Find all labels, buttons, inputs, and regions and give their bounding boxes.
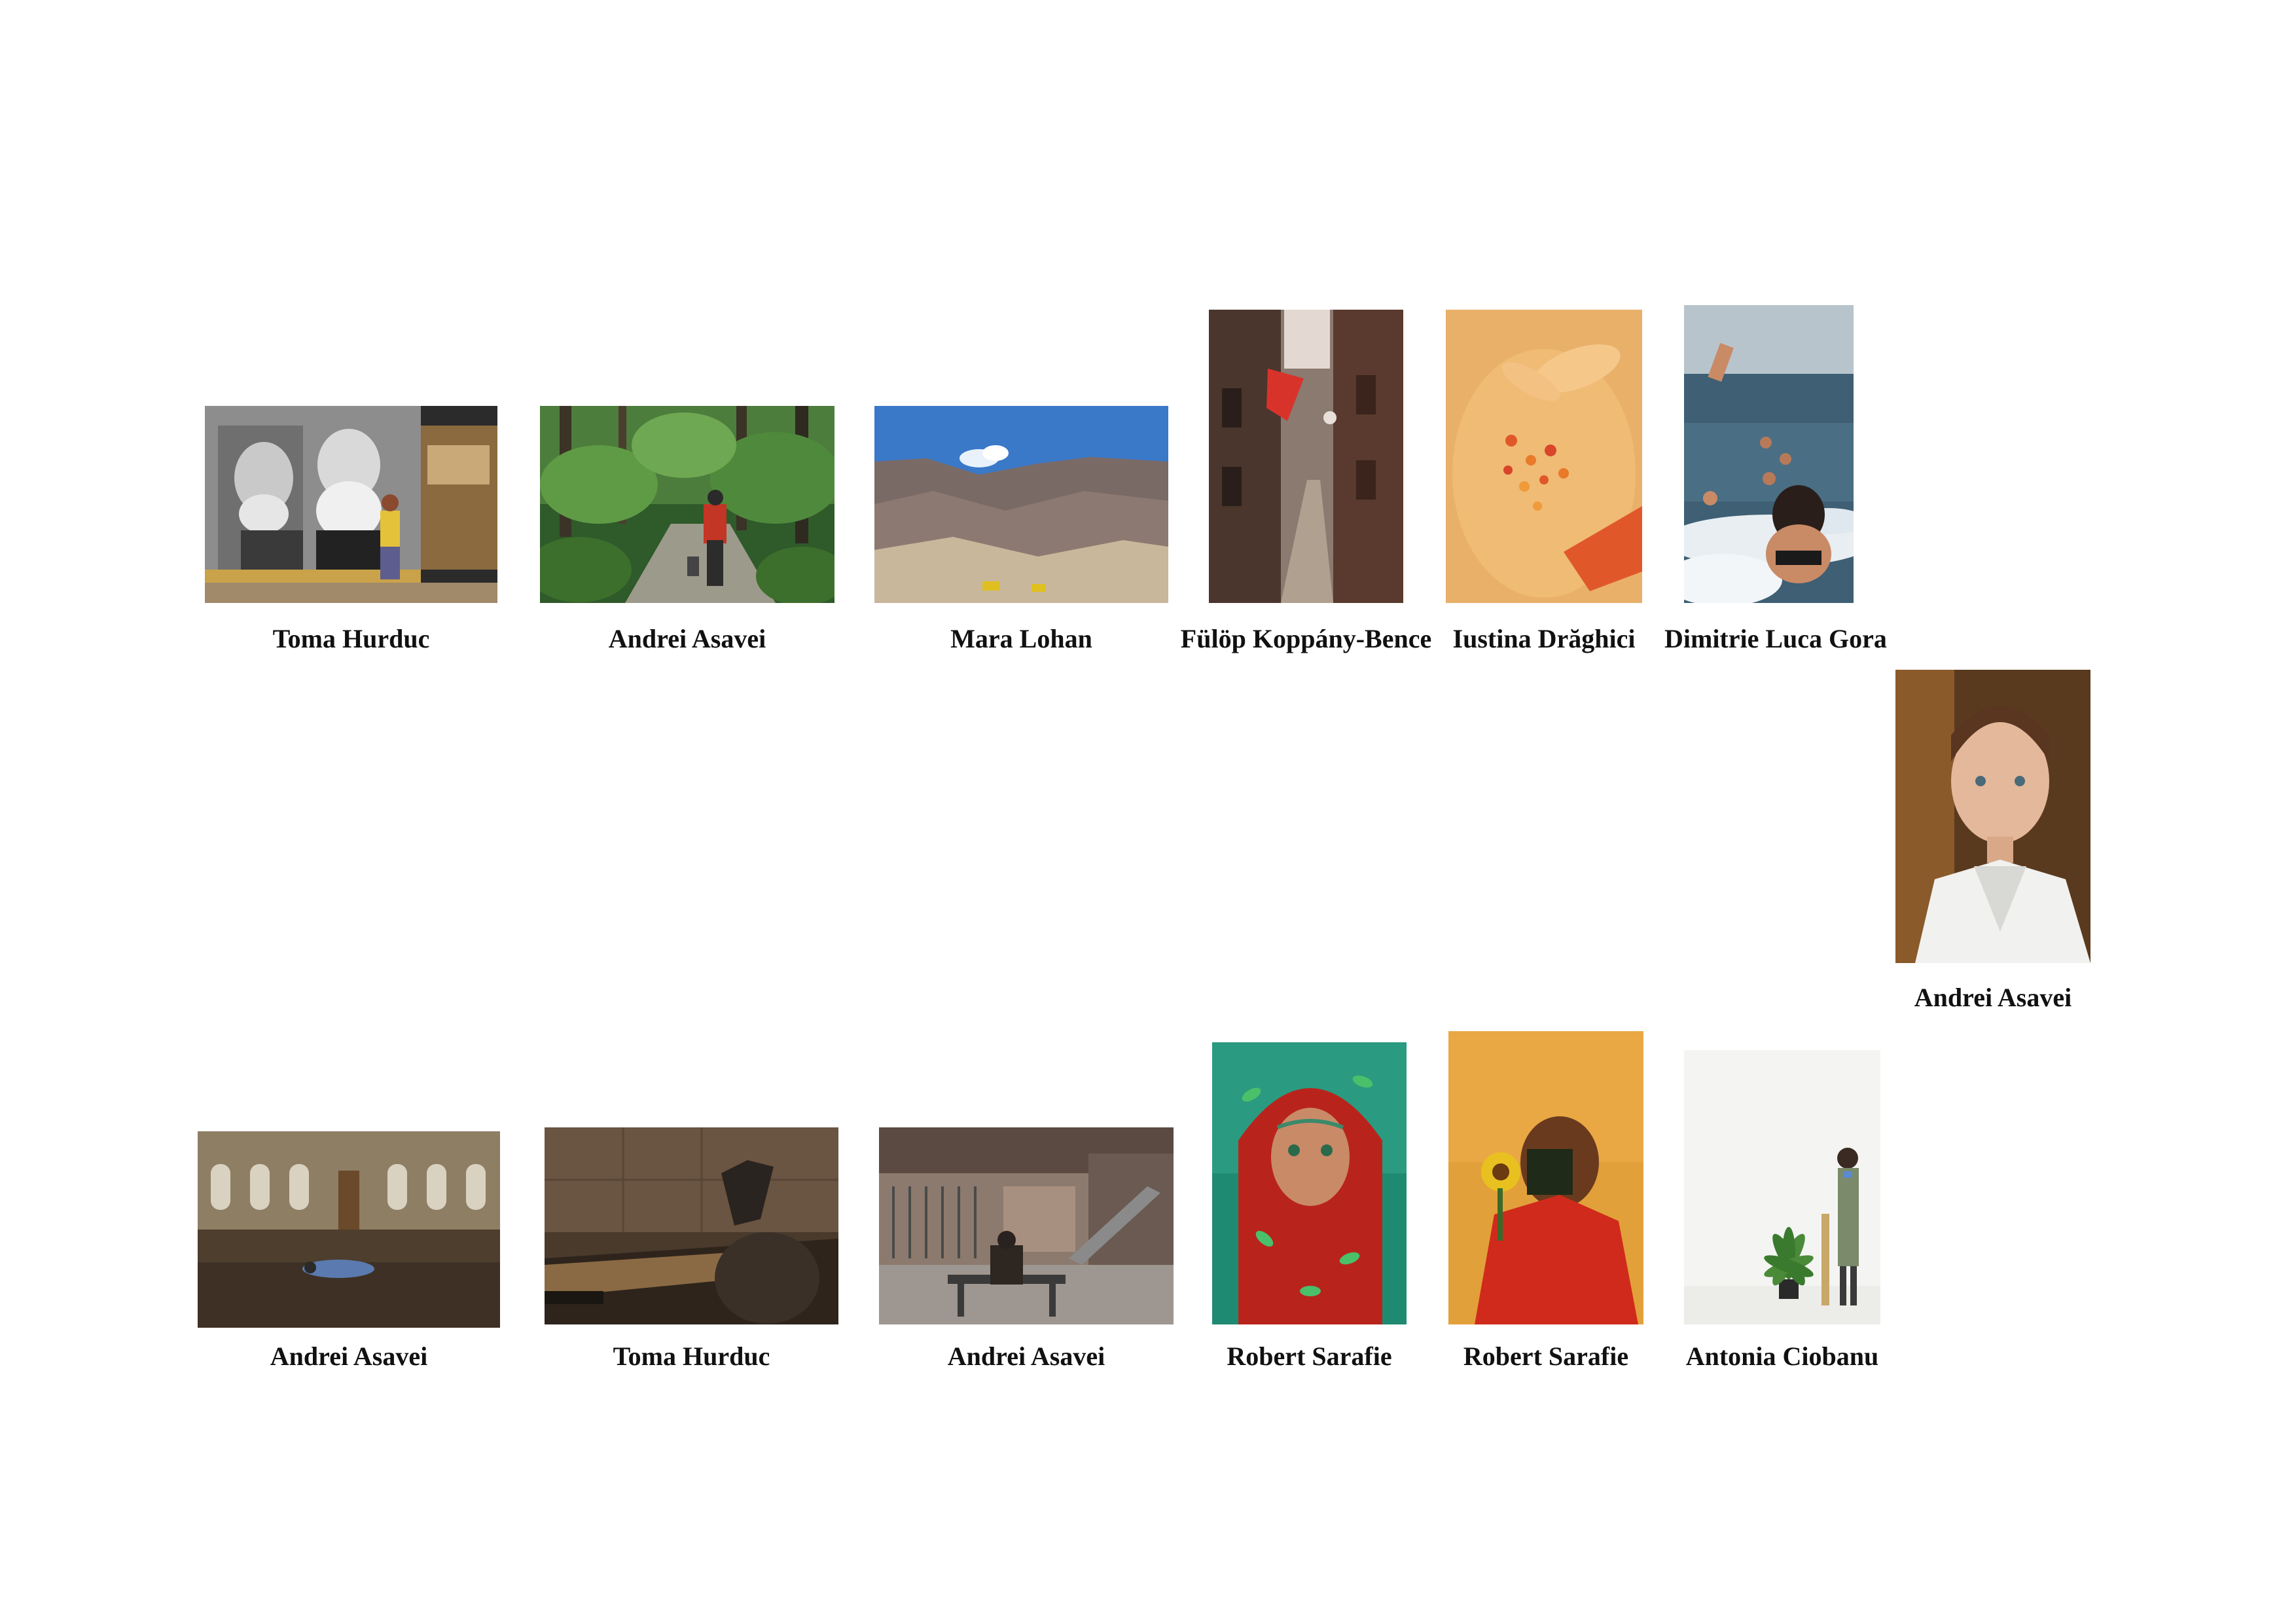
photo-mara-lohan-desert (874, 406, 1168, 603)
photo-antonia-ciobanu-plant (1684, 1050, 1880, 1324)
photo-caption: Robert Sarafie (1227, 1341, 1392, 1371)
photo-caption: Mara Lohan (950, 624, 1092, 653)
photo-caption: Andrei Asavei (1914, 983, 2072, 1012)
photo-iustina-draghici-flowers (1446, 310, 1642, 603)
photo-caption: Antonia Ciobanu (1685, 1341, 1879, 1371)
photo-dimitrie-luca-gora-sea (1684, 305, 1854, 603)
photo-andrei-asavei-forest (540, 406, 834, 603)
photo-toma-hurduc-mural (205, 406, 497, 603)
photo-caption: Andrei Asavei (608, 624, 766, 653)
photo-robert-sarafie-red-scarf (1212, 1042, 1407, 1324)
photo-caption: Iustina Drăghici (1452, 624, 1636, 653)
photo-caption: Toma Hurduc (613, 1341, 770, 1371)
photo-caption: Robert Sarafie (1463, 1341, 1629, 1371)
photo-caption: Andrei Asavei (947, 1341, 1105, 1371)
photo-fulop-koppany-bence-street (1209, 310, 1403, 603)
photo-caption: Toma Hurduc (272, 624, 430, 653)
photo-andrei-asavei-bench (879, 1127, 1174, 1324)
photo-caption: Andrei Asavei (270, 1341, 428, 1371)
photo-toma-hurduc-figure (545, 1127, 838, 1324)
photo-caption: Dimitrie Luca Gora (1664, 624, 1887, 653)
photo-andrei-asavei-boy-portrait (1895, 670, 2090, 963)
photo-caption: Fülöp Koppány-Bence (1180, 624, 1432, 653)
photo-robert-sarafie-sunflower (1448, 1031, 1643, 1324)
photo-andrei-asavei-mosque (198, 1131, 500, 1328)
